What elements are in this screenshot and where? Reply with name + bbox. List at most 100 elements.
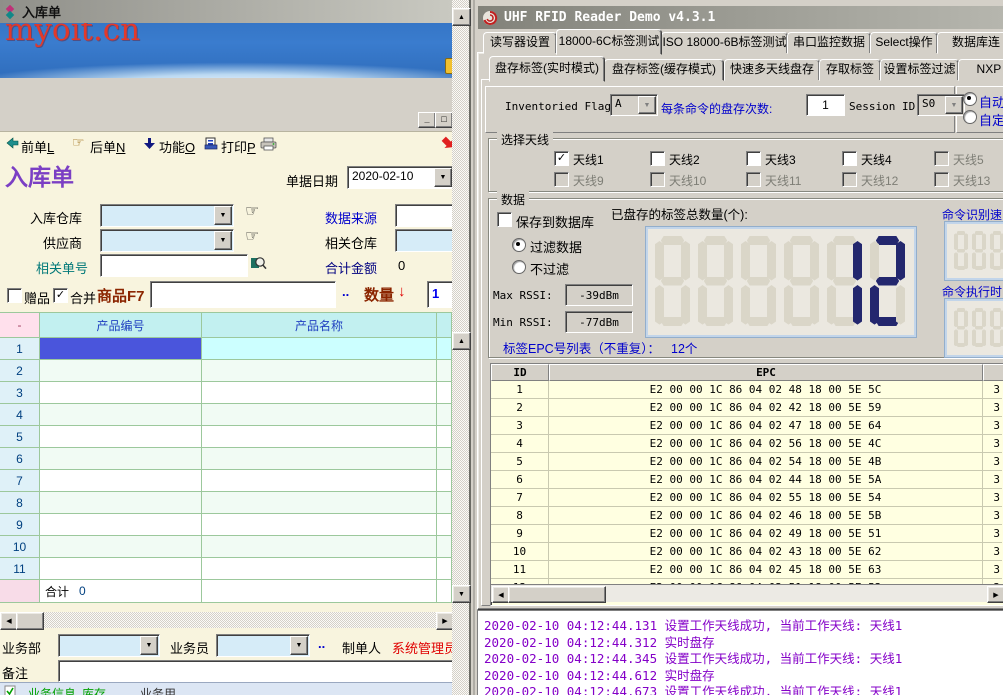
checkbox-box[interactable]: [650, 151, 665, 166]
table-cell[interactable]: [437, 426, 452, 448]
product-code-cell[interactable]: [40, 448, 202, 470]
epc-table-row[interactable]: 10E2 00 00 1C 86 04 02 43 18 00 5E 623: [491, 543, 1002, 561]
sub-tab-1[interactable]: 盘存标签(缓存模式): [604, 59, 724, 81]
custom-mode-radio[interactable]: [963, 110, 977, 124]
search-icon[interactable]: [251, 255, 267, 271]
row-number[interactable]: 6: [0, 448, 40, 470]
table-cell[interactable]: [437, 536, 452, 558]
chevron-down-icon[interactable]: ▼: [434, 168, 452, 187]
table-cell[interactable]: 产品编号: [40, 313, 202, 338]
save-to-db-checkbox[interactable]: [497, 212, 512, 227]
status-item-2[interactable]: 库存: [82, 685, 106, 695]
entry-window-titlebar[interactable]: 入库单: [0, 0, 452, 23]
gift-checkbox[interactable]: [7, 288, 22, 303]
maximize-button[interactable]: □: [435, 112, 453, 128]
product-code-cell[interactable]: [40, 536, 202, 558]
rfid-titlebar[interactable]: UHF RFID Reader Demo v4.3.1: [478, 6, 1003, 29]
main-tab-0[interactable]: 读写器设置: [483, 32, 557, 54]
row-number[interactable]: 3: [0, 382, 40, 404]
table-cell[interactable]: [0, 580, 40, 603]
product-code-cell[interactable]: [40, 558, 202, 580]
table-scroll-up-icon[interactable]: ▲: [452, 332, 471, 350]
product-dots[interactable]: ..: [342, 284, 349, 299]
warehouse-combobox[interactable]: ▼: [100, 204, 234, 227]
table-cell[interactable]: [437, 492, 452, 514]
scroll-right-icon[interactable]: ▶: [987, 586, 1003, 603]
row-number[interactable]: 7: [0, 470, 40, 492]
product-code-cell[interactable]: [40, 382, 202, 404]
epc-table-row[interactable]: 7E2 00 00 1C 86 04 02 55 18 00 5E 543: [491, 489, 1002, 507]
printer-icon[interactable]: [260, 137, 277, 154]
epc-table-row[interactable]: 9E2 00 00 1C 86 04 02 49 18 00 5E 513: [491, 525, 1002, 543]
chevron-down-icon[interactable]: ▼: [290, 636, 308, 655]
epc-table-row[interactable]: 2E2 00 00 1C 86 04 02 42 18 00 5E 593: [491, 399, 1002, 417]
epc-table-header-count[interactable]: [983, 364, 1003, 381]
epc-table-row[interactable]: 4E2 00 00 1C 86 04 02 56 18 00 5E 4C3: [491, 435, 1002, 453]
supplier-pick-hand-icon[interactable]: ☞: [245, 226, 259, 246]
table-cell[interactable]: [437, 514, 452, 536]
table-cell[interactable]: [437, 338, 452, 360]
hscroll-thumb[interactable]: [16, 612, 44, 630]
main-tab-1[interactable]: 18000-6C标签测试: [556, 29, 662, 55]
row-number[interactable]: 1: [0, 338, 40, 360]
table-cell[interactable]: 产品名称: [202, 313, 437, 338]
table-cell[interactable]: [437, 360, 452, 382]
merge-checkbox[interactable]: ✓: [53, 288, 68, 303]
quantity-input[interactable]: 1: [427, 281, 454, 308]
epc-table-header-epc[interactable]: EPC: [549, 364, 983, 381]
main-tab-3[interactable]: 串口监控数据: [787, 32, 871, 54]
main-tab-2[interactable]: ISO 18000-6B标签测试: [661, 32, 788, 54]
main-tab-5[interactable]: 数据库连: [937, 32, 1003, 54]
product-code-cell[interactable]: [40, 426, 202, 448]
row-number[interactable]: 10: [0, 536, 40, 558]
epc-table-row[interactable]: 11E2 00 00 1C 86 04 02 45 18 00 5E 633: [491, 561, 1002, 579]
epc-table-row[interactable]: 5E2 00 00 1C 86 04 02 54 18 00 5E 4B3: [491, 453, 1002, 471]
print-button[interactable]: 打印P: [221, 137, 256, 156]
product-name-cell[interactable]: [202, 404, 437, 426]
row-number[interactable]: 2: [0, 360, 40, 382]
log-output[interactable]: 2020-02-10 04:12:44.131 设置工作天线成功, 当前工作天线…: [477, 610, 1003, 695]
functions-button[interactable]: 功能O: [159, 137, 195, 156]
chevron-down-icon[interactable]: ▼: [214, 206, 232, 225]
table-cell[interactable]: [202, 580, 437, 603]
salesman-dots[interactable]: ..: [318, 636, 325, 651]
epc-table-row[interactable]: 8E2 00 00 1C 86 04 02 46 18 00 5E 5B3: [491, 507, 1002, 525]
product-name-cell[interactable]: [202, 382, 437, 404]
product-name-cell[interactable]: [202, 492, 437, 514]
salesman-combobox[interactable]: ▼: [216, 634, 310, 657]
epc-table-hscrollbar[interactable]: ◀ ▶: [491, 584, 1003, 602]
filter-data-radio[interactable]: [512, 238, 526, 252]
product-name-cell[interactable]: [202, 558, 437, 580]
product-name-cell[interactable]: [202, 338, 437, 360]
inventory-count-input[interactable]: 1: [806, 94, 845, 116]
product-code-cell[interactable]: [40, 338, 202, 360]
auto-mode-radio[interactable]: [963, 92, 977, 106]
table-cell[interactable]: [437, 580, 452, 603]
epc-table-row[interactable]: 3E2 00 00 1C 86 04 02 47 18 00 5E 643: [491, 417, 1002, 435]
product-code-cell[interactable]: [40, 514, 202, 536]
warehouse-pick-hand-icon[interactable]: ☞: [245, 201, 259, 221]
no-filter-radio[interactable]: [512, 260, 526, 274]
product-code-cell[interactable]: [40, 470, 202, 492]
sub-tab-4[interactable]: 设置标签过滤: [880, 59, 959, 81]
product-name-cell[interactable]: [202, 360, 437, 382]
product-name-cell[interactable]: [202, 514, 437, 536]
prev-doc-button[interactable]: 前单L: [21, 137, 54, 156]
row-number[interactable]: 5: [0, 426, 40, 448]
table-scroll-down-icon[interactable]: ▼: [452, 585, 471, 603]
supplier-combobox[interactable]: ▼: [100, 229, 234, 252]
chevron-down-icon[interactable]: ▼: [140, 636, 158, 655]
table-footer[interactable]: 合计0: [40, 580, 202, 603]
sub-tab-2[interactable]: 快速多天线盘存: [724, 59, 820, 81]
doc-date-combobox[interactable]: 2020-02-10▼: [347, 166, 454, 189]
sub-tab-0[interactable]: 盘存标签(实时模式): [489, 56, 605, 82]
chevron-down-icon[interactable]: ▼: [214, 231, 232, 250]
checkbox-box[interactable]: [746, 151, 761, 166]
table-cell[interactable]: [437, 382, 452, 404]
row-number[interactable]: 9: [0, 514, 40, 536]
product-name-cell[interactable]: [202, 536, 437, 558]
quantity-down-arrow-icon[interactable]: ↓: [398, 283, 406, 300]
epc-table-row[interactable]: 1E2 00 00 1C 86 04 02 48 18 00 5E 5C3: [491, 381, 1002, 399]
product-name-cell[interactable]: [202, 448, 437, 470]
checkbox-box[interactable]: [842, 151, 857, 166]
